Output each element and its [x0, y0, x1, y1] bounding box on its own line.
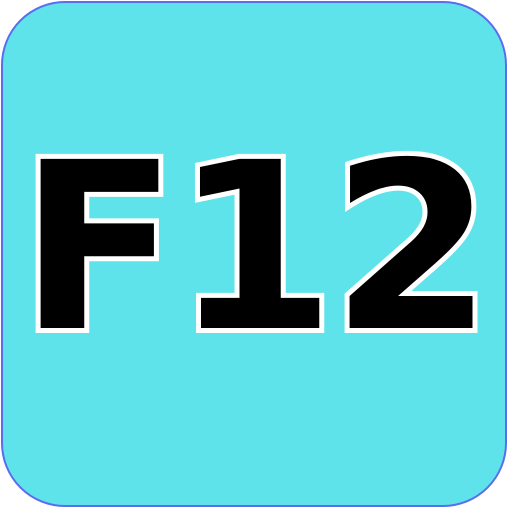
f12-key-icon[interactable]: F12 [1, 1, 507, 507]
key-label: F12 [14, 113, 497, 383]
